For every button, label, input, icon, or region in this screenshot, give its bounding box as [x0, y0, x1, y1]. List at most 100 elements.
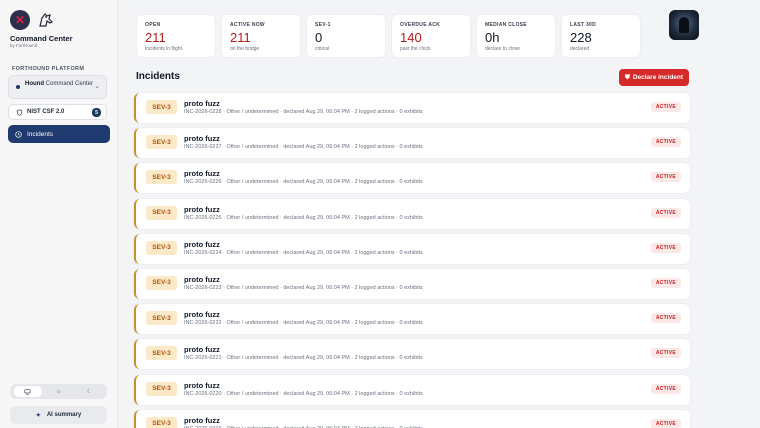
stat-label: MEDIAN CLOSE: [485, 22, 527, 28]
declare-incident-button[interactable]: ⛊ Declare incident: [619, 69, 689, 86]
brand-title: Command Center: [10, 34, 73, 43]
stat-card: OPEN 211 incidents in flight: [136, 14, 216, 58]
incident-row[interactable]: SEV-3 proto fuzz INC-2026-0220 · Other / u…: [134, 374, 690, 405]
platform-selector[interactable]: Hound Command Center ⌄: [8, 75, 107, 99]
sidebar-item-incidents[interactable]: Incidents: [8, 125, 110, 143]
incident-title: proto fuzz: [184, 310, 220, 320]
stat-card: ACTIVE NOW 211 on the bridge: [221, 14, 301, 58]
severity-badge: SEV-3: [146, 416, 177, 428]
status-badge: ACTIVE: [650, 277, 681, 288]
incident-row[interactable]: SEV-3 proto fuzz INC-2026-0223 · Other / u…: [134, 268, 690, 299]
status-badge: ACTIVE: [650, 172, 681, 183]
stat-value: 211: [145, 30, 166, 45]
incident-row[interactable]: SEV-3 proto fuzz INC-2026-0222 · Other / u…: [134, 304, 690, 335]
platform-status-dot: [16, 85, 20, 89]
brand-logos: ✕: [10, 10, 56, 30]
stat-label: ACTIVE NOW: [230, 22, 265, 28]
clock-icon: [15, 130, 22, 138]
sun-icon[interactable]: ☼: [45, 386, 73, 397]
hound-logo-icon: [36, 10, 56, 30]
platform-name-bold: Hound: [25, 81, 44, 87]
incident-meta: INC-2026-0220 · Other / undetermined · d…: [184, 390, 423, 397]
framework-item-nist[interactable]: NIST CSF 2.0 5: [8, 104, 107, 120]
theme-switcher: ☼ ☾: [10, 384, 107, 399]
incident-row[interactable]: SEV-3 proto fuzz INC-2026-0225 · Other / u…: [134, 198, 690, 229]
severity-badge: SEV-3: [146, 275, 177, 290]
stat-caption: critical: [315, 46, 330, 52]
incident-title: proto fuzz: [184, 204, 220, 214]
status-badge: ACTIVE: [650, 383, 681, 394]
stat-caption: declare to close: [485, 46, 521, 52]
shield-icon: [16, 108, 23, 116]
incident-title: proto fuzz: [184, 345, 220, 355]
sparkle-icon: ✦: [35, 412, 41, 419]
platform-section-label: FORTHOUND PLATFORM: [12, 66, 85, 72]
incident-meta: INC-2026-0221 · Other / undetermined · d…: [184, 355, 423, 362]
siren-icon: ⛊: [624, 73, 630, 81]
stats-row: OPEN 211 incidents in flight ACTIVE NOW 211 o…: [136, 14, 641, 58]
stat-card: MEDIAN CLOSE 0h declare to close: [476, 14, 556, 58]
incident-title: proto fuzz: [184, 274, 220, 284]
stat-card: LAST 30D 228 declared: [561, 14, 641, 58]
incident-title: proto fuzz: [184, 99, 220, 108]
incident-meta: INC-2026-0225 · Other / undetermined · d…: [184, 214, 423, 221]
command-center-logo-icon: ✕: [10, 10, 30, 30]
stat-label: LAST 30D: [570, 22, 597, 28]
status-badge: ACTIVE: [650, 102, 681, 112]
incident-row[interactable]: SEV-3 proto fuzz INC-2026-0221 · Other / u…: [134, 339, 690, 370]
incident-row[interactable]: SEV-3 proto fuzz INC-2026-0227 · Other / u…: [134, 128, 690, 159]
incident-title: proto fuzz: [184, 134, 220, 144]
platform-name-rest: Command Center: [44, 81, 94, 87]
incident-meta: INC-2026-0227 · Other / undetermined · d…: [184, 144, 423, 151]
incident-title: proto fuzz: [184, 239, 220, 249]
stat-card: SEV-1 0 critical: [306, 14, 386, 58]
sidebar-item-label: Incidents: [27, 130, 54, 138]
incident-row[interactable]: SEV-3 proto fuzz INC-2026-0224 · Other / u…: [134, 233, 690, 264]
brand-subtitle: by FortHound: [10, 43, 38, 48]
avatar[interactable]: [669, 10, 699, 40]
stat-value: 0h: [485, 30, 500, 45]
framework-label: NIST CSF 2.0: [27, 109, 65, 115]
status-badge: ACTIVE: [650, 348, 681, 359]
page-title: Incidents: [136, 71, 180, 82]
stat-label: OVERDUE ACK: [400, 22, 441, 28]
incident-meta: INC-2026-0228 · Other / undetermined · d…: [184, 109, 423, 115]
status-badge: ACTIVE: [650, 418, 681, 428]
moon-icon[interactable]: ☾: [76, 386, 104, 397]
incident-meta: INC-2026-0226 · Other / undetermined · d…: [184, 179, 423, 186]
status-badge: ACTIVE: [650, 207, 681, 218]
chevron-down-icon: ⌄: [94, 83, 100, 90]
severity-badge: SEV-3: [146, 170, 177, 185]
incident-title: proto fuzz: [184, 415, 220, 425]
stat-label: SEV-1: [315, 22, 331, 28]
declare-incident-label: Declare incident: [632, 74, 684, 81]
incident-row[interactable]: SEV-3 proto fuzz INC-2026-0228 · Other / u…: [134, 93, 690, 123]
ai-summary-button[interactable]: ✦ AI summary: [10, 406, 107, 424]
incident-meta: INC-2026-0223 · Other / undetermined · d…: [184, 284, 423, 291]
stat-caption: on the bridge: [230, 46, 260, 52]
stat-caption: declared: [570, 46, 590, 52]
stat-value: 211: [230, 30, 251, 45]
desktop-icon[interactable]: [13, 386, 42, 397]
stat-caption: incidents in flight: [145, 46, 182, 52]
stat-value: 228: [570, 30, 592, 45]
incident-title: proto fuzz: [184, 169, 220, 179]
incident-meta: INC-2026-0222 · Other / undetermined · d…: [184, 320, 423, 327]
incident-row[interactable]: SEV-3 proto fuzz INC-2026-0226 · Other / u…: [134, 163, 690, 194]
severity-badge: SEV-3: [146, 205, 177, 220]
incident-meta: INC-2026-0224 · Other / undetermined · d…: [184, 249, 423, 256]
status-badge: ACTIVE: [650, 242, 681, 253]
severity-badge: SEV-3: [146, 381, 177, 396]
framework-count-badge: 5: [92, 108, 101, 117]
status-badge: ACTIVE: [650, 137, 681, 148]
stat-value: 0: [315, 30, 323, 45]
stat-label: OPEN: [145, 22, 161, 28]
severity-badge: SEV-3: [146, 240, 177, 255]
status-badge: ACTIVE: [650, 313, 681, 324]
incident-row[interactable]: SEV-3proto fuzzINC-2026-0219 · Other / u…: [134, 409, 690, 428]
severity-badge: SEV-3: [146, 311, 177, 326]
ai-summary-label: AI summary: [46, 412, 82, 418]
severity-badge: SEV-3: [146, 135, 177, 150]
stat-value: 140: [400, 30, 422, 45]
incident-title: proto fuzz: [184, 380, 220, 390]
